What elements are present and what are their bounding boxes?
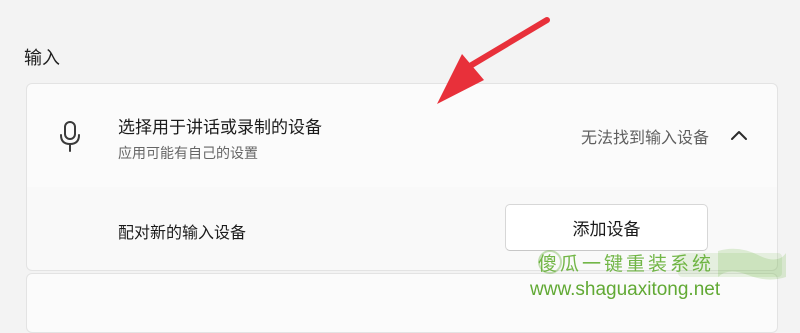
chevron-up-icon: [731, 131, 747, 140]
section-title: 输入: [24, 48, 60, 69]
input-device-title: 选择用于讲话或录制的设备: [118, 118, 322, 138]
microphone-icon: [60, 121, 80, 152]
add-device-button[interactable]: 添加设备: [505, 204, 708, 251]
pair-device-label: 配对新的输入设备: [118, 223, 247, 242]
input-device-status: 无法找到输入设备: [580, 128, 709, 147]
next-settings-card[interactable]: [26, 273, 778, 333]
input-device-subtitle: 应用可能有自己的设置: [118, 146, 258, 162]
collapse-button[interactable]: [722, 118, 756, 152]
